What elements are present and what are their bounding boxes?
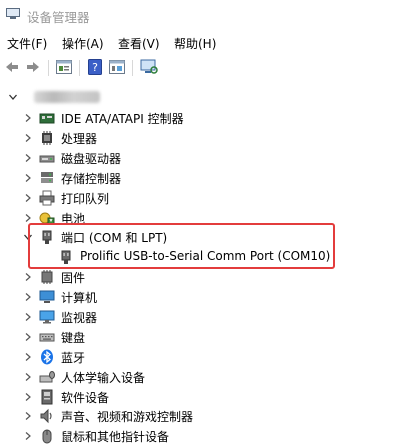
- toolbar-separator: [79, 60, 80, 76]
- chevron-right-icon[interactable]: [23, 431, 33, 441]
- scan-hardware-icon[interactable]: [140, 58, 158, 76]
- tree-item-mouse[interactable]: 鼠标和其他指针设备: [0, 426, 404, 446]
- tree-item-bluetooth[interactable]: 蓝牙: [0, 347, 404, 367]
- tree-item-monitor[interactable]: 监视器: [0, 307, 404, 327]
- help-icon[interactable]: ?: [86, 58, 104, 76]
- menu-bar: 文件(F) 操作(A) 查看(V) 帮助(H): [0, 32, 404, 54]
- chevron-right-icon[interactable]: [23, 193, 33, 203]
- tree-item-processor[interactable]: 处理器: [0, 128, 404, 148]
- chevron-right-icon[interactable]: [23, 113, 33, 123]
- back-icon[interactable]: [3, 58, 21, 76]
- tree-item-storage-controller[interactable]: 存储控制器: [0, 168, 404, 188]
- window-title: 设备管理器: [27, 10, 90, 25]
- computer-icon: [39, 289, 55, 305]
- toolbar: ?: [0, 55, 404, 81]
- tree-item-label: 磁盘驱动器: [61, 152, 122, 166]
- mouse-icon: [39, 428, 55, 444]
- tree-item-label: 存储控制器: [61, 172, 122, 186]
- tree-item-label: 处理器: [61, 132, 98, 146]
- tree-item-label: 鼠标和其他指针设备: [61, 430, 170, 444]
- chevron-right-icon[interactable]: [23, 411, 33, 421]
- tree-item-keyboard[interactable]: 键盘: [0, 327, 404, 347]
- tree-item-disk-drive[interactable]: 磁盘驱动器: [0, 148, 404, 168]
- sound-icon: [39, 408, 55, 424]
- chevron-right-icon[interactable]: [23, 153, 33, 163]
- tree-root[interactable]: [0, 87, 404, 107]
- menu-action[interactable]: 操作(A): [62, 35, 104, 52]
- firmware-icon: [39, 269, 55, 285]
- forward-icon[interactable]: [24, 58, 42, 76]
- monitor-icon: [39, 309, 55, 325]
- chevron-right-icon[interactable]: [23, 352, 33, 362]
- software-device-icon: [39, 389, 55, 405]
- processor-icon: [39, 130, 55, 146]
- disk-drive-icon: [39, 150, 55, 166]
- tree-item-hid[interactable]: 人体学输入设备: [0, 367, 404, 387]
- tree-item-firmware[interactable]: 固件: [0, 267, 404, 287]
- chevron-right-icon[interactable]: [23, 312, 33, 322]
- device-manager-app-icon: [6, 8, 20, 20]
- tree-item-label: 软件设备: [61, 391, 110, 405]
- tree-item-software-device[interactable]: 软件设备: [0, 387, 404, 407]
- menu-help[interactable]: 帮助(H): [174, 35, 216, 52]
- tree-item-ide[interactable]: IDE ATA/ATAPI 控制器: [0, 108, 404, 128]
- print-queue-icon: [39, 190, 55, 206]
- chevron-right-icon[interactable]: [23, 213, 33, 223]
- chevron-right-icon[interactable]: [23, 272, 33, 282]
- tree-item-label: 键盘: [61, 331, 86, 345]
- tree-item-print-queue[interactable]: 打印队列: [0, 188, 404, 208]
- bluetooth-icon: [39, 349, 55, 365]
- storage-controller-icon: [39, 170, 55, 186]
- computer-name-redacted: [34, 91, 100, 103]
- chevron-right-icon[interactable]: [23, 292, 33, 302]
- chevron-right-icon[interactable]: [23, 332, 33, 342]
- chevron-right-icon[interactable]: [23, 133, 33, 143]
- toolbar-separator: [132, 60, 133, 76]
- tree-item-label: 监视器: [61, 311, 98, 325]
- ide-controller-icon: [39, 110, 55, 126]
- tree-item-sound[interactable]: 声音、视频和游戏控制器: [0, 406, 404, 426]
- tree-item-label: IDE ATA/ATAPI 控制器: [61, 112, 184, 126]
- chevron-right-icon[interactable]: [23, 392, 33, 402]
- properties-icon[interactable]: [55, 58, 73, 76]
- show-hidden-icon[interactable]: [108, 58, 126, 76]
- chevron-right-icon[interactable]: [23, 372, 33, 382]
- toolbar-separator: [48, 60, 49, 76]
- tree-item-label: 声音、视频和游戏控制器: [61, 410, 194, 424]
- title-bar: 设备管理器: [0, 0, 404, 30]
- chevron-down-icon[interactable]: [8, 92, 18, 102]
- tree-item-computer[interactable]: 计算机: [0, 287, 404, 307]
- hid-icon: [39, 369, 55, 385]
- tree-item-label: 打印队列: [61, 192, 110, 206]
- tree-item-label: 固件: [61, 271, 86, 285]
- highlight-box: [28, 223, 335, 269]
- tree-item-label: 蓝牙: [61, 351, 86, 365]
- svg-text:?: ?: [92, 61, 98, 74]
- menu-view[interactable]: 查看(V): [118, 35, 160, 52]
- menu-file[interactable]: 文件(F): [7, 35, 47, 52]
- tree-item-label: 计算机: [61, 291, 98, 305]
- chevron-right-icon[interactable]: [23, 173, 33, 183]
- tree-item-label: 人体学输入设备: [61, 371, 146, 385]
- keyboard-icon: [39, 329, 55, 345]
